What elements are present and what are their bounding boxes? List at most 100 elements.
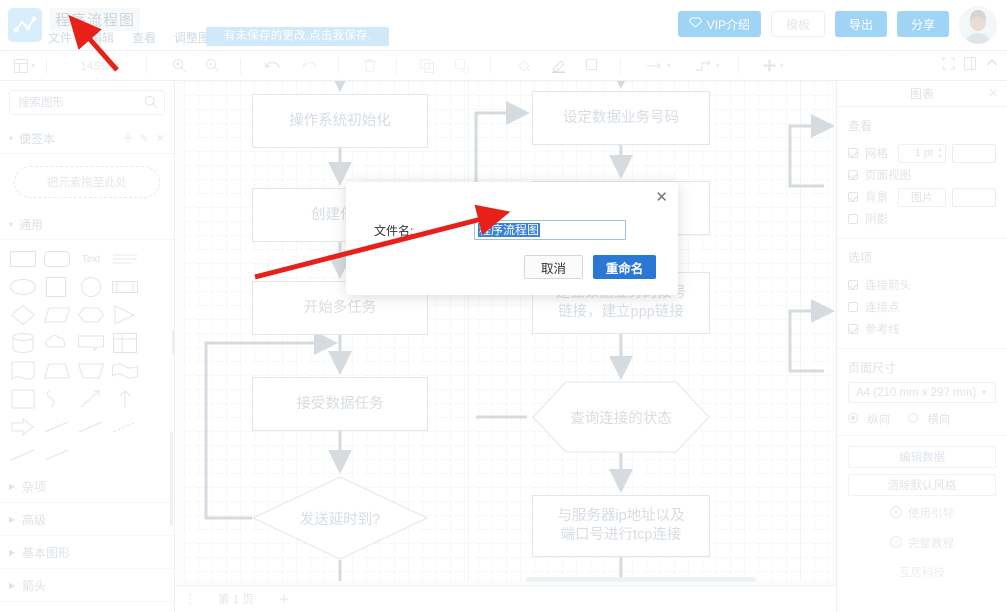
view-option-grid[interactable]: 网格 1 pt ▲ ▼: [848, 142, 996, 164]
shape-ellipse[interactable]: [10, 276, 36, 298]
shape-rectangle[interactable]: [10, 248, 36, 270]
shape-trapezoid[interactable]: [44, 360, 70, 382]
view-option-page-view[interactable]: 页面视图: [848, 164, 996, 186]
redo-icon[interactable]: [295, 51, 324, 81]
vip-intro-button[interactable]: VIP介绍: [677, 11, 761, 37]
clear-default-style-button[interactable]: 清除默认风格: [848, 474, 996, 496]
copy-icon[interactable]: [414, 51, 441, 81]
share-button[interactable]: 分享: [896, 11, 949, 37]
option-connection-points[interactable]: 连接点: [848, 296, 996, 318]
connection-arrows-checkbox[interactable]: [848, 280, 858, 290]
shape-s-curve[interactable]: [44, 388, 70, 410]
sidebar-item-arrows[interactable]: ▸ 箭头: [0, 569, 174, 602]
filename-input[interactable]: 程序流程图: [474, 220, 626, 240]
flow-node[interactable]: 发送延时到?: [251, 476, 429, 560]
export-button[interactable]: 导出: [834, 11, 887, 37]
edit-icon[interactable]: ✎: [140, 132, 149, 145]
full-tutorial-link[interactable]: ? 完整教程: [837, 528, 1007, 558]
shape-line-3[interactable]: [112, 416, 138, 438]
usage-guide-link[interactable]: 使用引导: [837, 498, 1007, 528]
zoom-level-selector[interactable]: 145% ▾: [72, 51, 126, 81]
avatar[interactable]: [959, 6, 997, 44]
sidebar-section-scratchpad[interactable]: ▾ 便签本 ✛ ✎ ✕: [0, 124, 174, 154]
shape-text[interactable]: Text: [78, 248, 104, 270]
add-icon[interactable]: ▾: [756, 51, 790, 81]
shape-line-1[interactable]: [44, 416, 70, 438]
guides-checkbox[interactable]: [848, 324, 858, 334]
menu-item-view[interactable]: 查看: [132, 29, 156, 46]
page-size-select[interactable]: A4 (210 mm x 297 mm) ▼: [848, 382, 996, 403]
option-connection-arrows[interactable]: 连接箭头: [848, 274, 996, 296]
rename-button[interactable]: 重命名: [593, 255, 656, 279]
shadow-checkbox[interactable]: [848, 214, 858, 224]
sidebar-resize-handle[interactable]: [172, 330, 175, 354]
view-option-shadow[interactable]: 阴影: [848, 208, 996, 230]
flow-node[interactable]: 与服务器ip地址以及 端口号进行tcp连接: [532, 495, 710, 557]
shape-wave[interactable]: [112, 360, 138, 382]
close-icon[interactable]: ✕: [655, 188, 668, 206]
canvas-page[interactable]: 操作系统初始化创建任务开始多任务接受数据任务发送延时到?设定数据业务号码设定用户…: [184, 81, 835, 581]
view-option-background[interactable]: 背景 图片: [848, 186, 996, 208]
background-color-swatch[interactable]: [952, 187, 996, 207]
option-guides[interactable]: 参考线: [848, 318, 996, 340]
fill-icon[interactable]: [510, 51, 537, 81]
template-button[interactable]: 模板: [770, 11, 825, 37]
shadow-icon[interactable]: [580, 51, 606, 81]
canvas-horizontal-scrollbar[interactable]: [526, 577, 756, 582]
delete-icon[interactable]: [358, 51, 382, 81]
flow-node[interactable]: 查询连接的状态: [532, 381, 710, 453]
shape-line-5[interactable]: [44, 444, 70, 466]
flow-node[interactable]: 设定数据业务号码: [532, 91, 710, 145]
shape-block-arrow[interactable]: [10, 416, 36, 438]
shape-rounded-rect[interactable]: [44, 248, 70, 270]
shape-diamond[interactable]: [10, 304, 36, 326]
zoom-in-icon[interactable]: [166, 51, 193, 81]
shape-pentagon[interactable]: [10, 388, 36, 410]
sidebar-section-general[interactable]: ▾ 通用: [0, 210, 174, 240]
orientation-portrait[interactable]: 纵向: [848, 411, 890, 427]
undo-icon[interactable]: [258, 51, 287, 81]
canvas-area[interactable]: 操作系统初始化创建任务开始多任务接受数据任务发送延时到?设定数据业务号码设定用户…: [176, 81, 836, 612]
shape-cloud[interactable]: [44, 332, 70, 354]
page-tab-1[interactable]: 第 1 页: [204, 591, 268, 607]
orientation-landscape[interactable]: 横向: [908, 411, 950, 427]
waypoint-icon[interactable]: ▾: [689, 51, 726, 81]
page-view-checkbox[interactable]: [848, 170, 858, 180]
grid-checkbox[interactable]: [848, 148, 858, 158]
shape-arrow-up[interactable]: [112, 388, 138, 410]
sidebar-item-advanced[interactable]: ▸ 高级: [0, 503, 174, 536]
grid-color-swatch[interactable]: [952, 143, 996, 163]
sidebar-item-misc[interactable]: ▸ 杂项: [0, 470, 174, 503]
scratchpad-dropzone[interactable]: 把元素拖至此处: [14, 166, 160, 198]
collapse-icon[interactable]: [985, 57, 999, 75]
shape-textbox[interactable]: [112, 248, 138, 270]
shape-parallelogram[interactable]: [44, 304, 70, 326]
sidebar-item-basic-shapes[interactable]: ▸ 基本图形: [0, 536, 174, 569]
line-color-icon[interactable]: [545, 51, 572, 81]
panel-icon[interactable]: [964, 57, 976, 75]
cut-icon[interactable]: [449, 51, 476, 81]
background-checkbox[interactable]: [848, 192, 858, 202]
shape-trapezoid-up[interactable]: [78, 360, 104, 382]
connector-icon[interactable]: ▾: [640, 51, 677, 81]
connection-points-checkbox[interactable]: [848, 302, 858, 312]
shape-triangle[interactable]: [112, 304, 138, 326]
flow-node[interactable]: 接受数据任务: [252, 377, 428, 431]
page-menu-icon[interactable]: ⋮: [176, 591, 204, 607]
background-image-button[interactable]: 图片: [898, 187, 946, 207]
landscape-radio[interactable]: [908, 413, 919, 423]
menu-item-edit[interactable]: 编辑: [90, 29, 114, 46]
grid-size-spinner[interactable]: 1 pt ▲ ▼: [898, 143, 946, 163]
shape-process[interactable]: [112, 276, 138, 298]
fullscreen-icon[interactable]: [942, 57, 955, 75]
shape-arrow-diagonal[interactable]: [78, 388, 104, 410]
spinner-arrows-icon[interactable]: ▲ ▼: [937, 147, 943, 161]
shape-line-4[interactable]: [10, 444, 36, 466]
close-icon[interactable]: ✕: [156, 132, 165, 145]
close-icon[interactable]: ✕: [988, 86, 998, 100]
add-icon[interactable]: ✛: [123, 132, 132, 145]
shape-callout[interactable]: [78, 332, 104, 354]
menu-item-file[interactable]: 文件: [48, 29, 72, 46]
sidebar-scrollbar[interactable]: [170, 431, 173, 526]
add-page-button[interactable]: +: [268, 591, 301, 608]
